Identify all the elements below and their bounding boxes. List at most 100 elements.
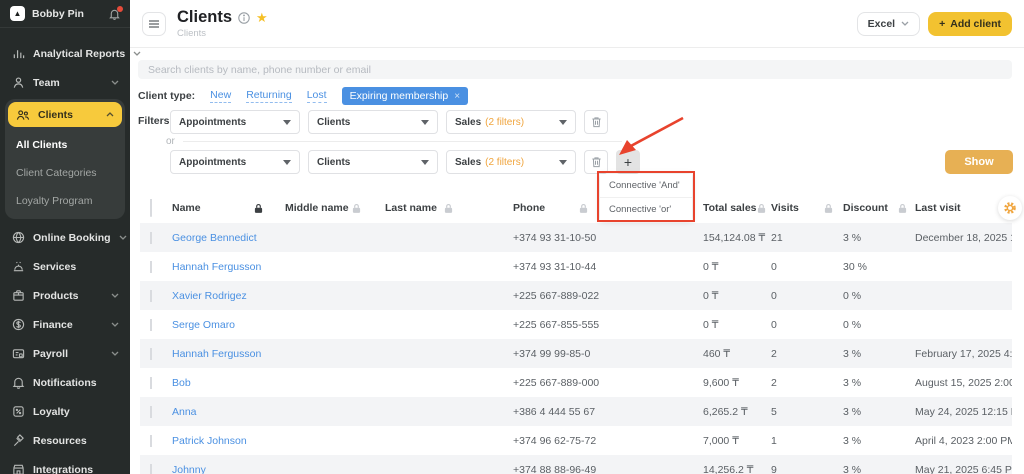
sidebar-subitem-client-categories[interactable]: Client Categories [16, 159, 114, 187]
delete-filter-row-button[interactable] [584, 150, 608, 174]
divider-line [183, 141, 622, 142]
sidebar-item-analytical-reports[interactable]: Analytical Reports [0, 39, 130, 68]
lock-icon[interactable] [444, 203, 453, 214]
table-row[interactable]: George Bennedict +374 93 31-10-50 154,12… [140, 223, 1012, 252]
row-checkbox[interactable] [150, 406, 152, 418]
add-filter-row-button[interactable]: + [616, 150, 640, 174]
phone-cell: +374 88 88-96-49 [513, 464, 703, 474]
row-checkbox-cell [150, 348, 172, 360]
row-checkbox[interactable] [150, 377, 152, 389]
filter-select-sales[interactable]: Sales (2 filters) [446, 110, 576, 134]
lock-icon[interactable] [824, 203, 833, 214]
sidebar-item-team[interactable]: Team [0, 68, 130, 97]
plus-icon: + [939, 18, 945, 30]
delete-filter-row-button[interactable] [584, 110, 608, 134]
menu-item-connective-and[interactable]: Connective 'And' [600, 174, 692, 197]
row-checkbox[interactable] [150, 232, 152, 244]
chevron-down-icon [421, 120, 429, 125]
client-name-link[interactable]: Johnny [172, 464, 285, 474]
sidebar-item-payroll[interactable]: Payroll [0, 339, 130, 368]
notifications-bell-icon[interactable] [109, 8, 120, 20]
last-visit-cell: December 18, 2025 12:30 PM [915, 232, 1012, 244]
row-checkbox[interactable] [150, 464, 152, 474]
row-checkbox-cell [150, 261, 172, 273]
table-row[interactable]: Patrick Johnson +374 96 62-75-72 7,000 ₸… [140, 426, 1012, 455]
excel-export-button[interactable]: Excel [857, 12, 920, 36]
sidebar-item-notifications[interactable]: Notifications [0, 368, 130, 397]
client-name-link[interactable]: Serge Omaro [172, 319, 285, 331]
sidebar-item-online-booking[interactable]: Online Booking [0, 223, 130, 252]
column-header-name: Name [172, 202, 285, 214]
sidebar-item-resources[interactable]: Resources [0, 426, 130, 455]
last-visit-cell: February 17, 2025 4:30 PM [915, 348, 1012, 360]
sidebar-item-loyalty[interactable]: Loyalty [0, 397, 130, 426]
service-bell-icon [11, 260, 25, 273]
app-window: ▲ Bobby Pin Analytical Reports Team [0, 0, 1024, 474]
chevron-down-icon [283, 160, 291, 165]
lock-icon[interactable] [579, 203, 588, 214]
chevron-down-icon [119, 235, 127, 240]
row-checkbox[interactable] [150, 435, 152, 447]
table-row[interactable]: Serge Omaro +225 667-855-555 0 ₸ 0 0 % [140, 310, 1012, 339]
filter-select-sales[interactable]: Sales (2 filters) [446, 150, 576, 174]
filter-select-clients[interactable]: Clients [308, 110, 438, 134]
filter-select-clients[interactable]: Clients [308, 150, 438, 174]
client-name-link[interactable]: Anna [172, 406, 285, 418]
client-type-link-lost[interactable]: Lost [307, 89, 327, 104]
table-settings-gear-icon[interactable] [998, 196, 1022, 220]
filter-count-badge: (2 filters) [485, 117, 524, 128]
discount-cell: 3 % [843, 406, 915, 418]
sidebar-item-label: Analytical Reports [33, 48, 125, 60]
sidebar-item-products[interactable]: Products [0, 281, 130, 310]
info-icon[interactable] [238, 12, 250, 24]
table-row[interactable]: Hannah Fergusson +374 93 31-10-44 0 ₸ 0 … [140, 252, 1012, 281]
menu-toggle-button[interactable] [142, 12, 166, 36]
client-name-link[interactable]: Hannah Fergusson [172, 348, 285, 360]
close-icon[interactable]: × [454, 91, 460, 102]
lock-icon[interactable] [757, 203, 766, 214]
sidebar-item-integrations[interactable]: Integrations [0, 455, 130, 474]
expiring-membership-chip[interactable]: Expiring membership × [342, 87, 468, 105]
select-all-checkbox[interactable] [150, 199, 152, 217]
client-type-link-returning[interactable]: Returning [246, 89, 292, 104]
row-checkbox[interactable] [150, 319, 152, 331]
add-client-button[interactable]: + Add client [928, 12, 1012, 36]
favorite-star-icon[interactable]: ★ [256, 11, 268, 24]
client-name-link[interactable]: Bob [172, 377, 285, 389]
table-row[interactable]: Hannah Fergusson +374 99 99-85-0 460 ₸ 2… [140, 339, 1012, 368]
column-header-total-sales: Total sales [703, 202, 771, 214]
visits-cell: 1 [771, 435, 843, 447]
sidebar-item-label: Online Booking [33, 232, 111, 244]
sidebar-item-services[interactable]: Services [0, 252, 130, 281]
table-row[interactable]: Bob +225 667-889-000 9,600 ₸ 2 3 % Augus… [140, 368, 1012, 397]
row-checkbox[interactable] [150, 261, 152, 273]
phone-cell: +374 93 31-10-50 [513, 232, 703, 244]
sidebar-item-finance[interactable]: Finance [0, 310, 130, 339]
table-row[interactable]: Johnny +374 88 88-96-49 14,256.2 ₸ 9 3 %… [140, 455, 1012, 474]
lock-icon[interactable] [898, 203, 907, 214]
phone-cell: +374 99 99-85-0 [513, 348, 703, 360]
lock-icon[interactable] [254, 203, 263, 214]
column-label: Middle name [285, 202, 349, 214]
table-row[interactable]: Xavier Rodrigez +225 667-889-022 0 ₸ 0 0… [140, 281, 1012, 310]
filter-select-appointments[interactable]: Appointments [170, 110, 300, 134]
table-row[interactable]: Anna +386 4 444 55 67 6,265.2 ₸ 5 3 % Ma… [140, 397, 1012, 426]
row-checkbox[interactable] [150, 290, 152, 302]
show-button[interactable]: Show [945, 150, 1013, 174]
column-label: Visits [771, 202, 799, 214]
filter-select-appointments[interactable]: Appointments [170, 150, 300, 174]
filter-select-value: Clients [317, 117, 350, 128]
sidebar-subitem-loyalty-program[interactable]: Loyalty Program [16, 187, 114, 215]
menu-item-connective-or[interactable]: Connective 'or' [600, 197, 692, 220]
client-name-link[interactable]: Hannah Fergusson [172, 261, 285, 273]
client-name-link[interactable]: Xavier Rodrigez [172, 290, 285, 302]
client-name-link[interactable]: Patrick Johnson [172, 435, 285, 447]
client-name-link[interactable]: George Bennedict [172, 232, 285, 244]
client-type-link-new[interactable]: New [210, 89, 231, 104]
sidebar-subitem-all-clients[interactable]: All Clients [16, 131, 114, 159]
sidebar-item-clients[interactable]: Clients [8, 102, 122, 127]
row-checkbox-cell [150, 377, 172, 389]
lock-icon[interactable] [352, 203, 361, 214]
row-checkbox[interactable] [150, 348, 152, 360]
search-input[interactable] [138, 60, 1012, 79]
